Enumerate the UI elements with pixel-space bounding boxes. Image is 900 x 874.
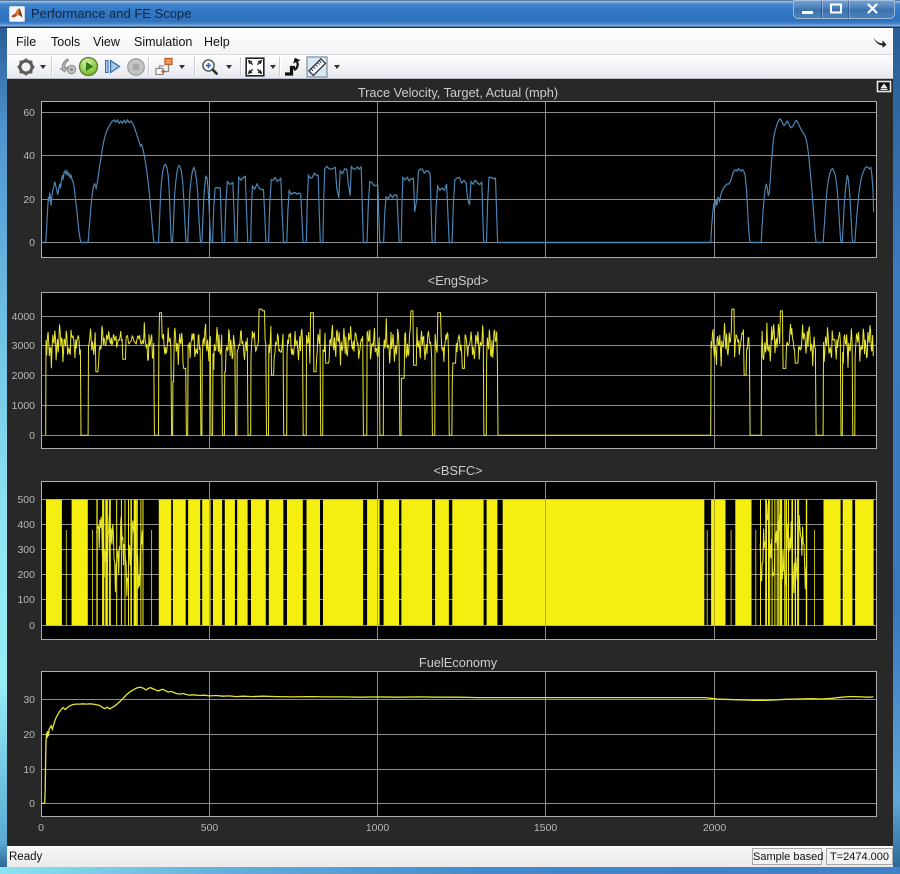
svg-text:0: 0 [29, 237, 35, 249]
svg-text:0: 0 [29, 430, 35, 442]
svg-text:1500: 1500 [534, 822, 558, 834]
svg-text:40: 40 [23, 150, 35, 162]
svg-text:500: 500 [201, 822, 219, 834]
svg-text:4000: 4000 [12, 311, 36, 323]
svg-text:<BSFC>: <BSFC> [433, 463, 482, 478]
svg-text:2000: 2000 [703, 822, 727, 834]
svg-text:20: 20 [23, 194, 35, 206]
svg-text:3000: 3000 [12, 340, 36, 352]
svg-text:0: 0 [38, 822, 44, 834]
svg-text:100: 100 [17, 594, 35, 606]
svg-text:1000: 1000 [366, 822, 390, 834]
svg-text:2000: 2000 [12, 370, 36, 382]
svg-text:<EngSpd>: <EngSpd> [428, 273, 489, 288]
svg-text:Trace Velocity, Target, Actual: Trace Velocity, Target, Actual (mph) [358, 85, 558, 100]
svg-text:30: 30 [23, 694, 35, 706]
svg-text:20: 20 [23, 729, 35, 741]
svg-text:10: 10 [23, 764, 35, 776]
svg-text:200: 200 [17, 569, 35, 581]
svg-text:60: 60 [23, 107, 35, 119]
svg-text:500: 500 [17, 494, 35, 506]
svg-text:FuelEconomy: FuelEconomy [419, 655, 498, 670]
svg-text:400: 400 [17, 519, 35, 531]
svg-text:0: 0 [29, 620, 35, 632]
svg-text:300: 300 [17, 544, 35, 556]
svg-text:0: 0 [29, 798, 35, 810]
svg-text:1000: 1000 [12, 400, 36, 412]
